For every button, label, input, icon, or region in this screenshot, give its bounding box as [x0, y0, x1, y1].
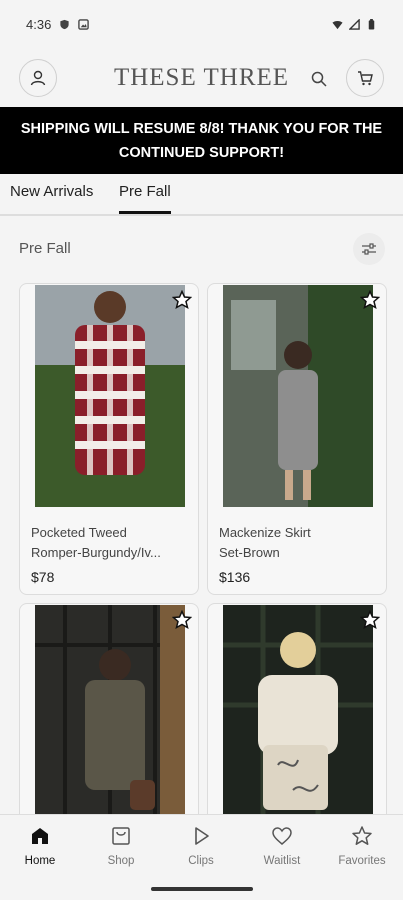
- product-image: [223, 285, 373, 507]
- product-card[interactable]: Mackenize Skirt Set-Brown $136: [207, 283, 387, 595]
- active-tab-indicator: [119, 211, 171, 214]
- star-icon: [352, 826, 372, 845]
- tab-pre-fall[interactable]: Pre Fall: [119, 183, 171, 200]
- status-time: 4:36: [26, 16, 52, 32]
- product-image: [35, 605, 185, 823]
- banner-text: SHIPPING WILL RESUME 8/8! THANK YOU FOR …: [20, 120, 383, 161]
- product-price: $78: [31, 569, 55, 585]
- nav-shop-label: Shop: [107, 855, 135, 867]
- announcement-banner[interactable]: SHIPPING WILL RESUME 8/8! THANK YOU FOR …: [0, 107, 403, 174]
- product-card[interactable]: [207, 603, 387, 823]
- shop-icon: [112, 827, 130, 845]
- favorite-star-icon[interactable]: [172, 290, 192, 310]
- status-bar: 4:36: [0, 0, 403, 48]
- favorite-star-icon[interactable]: [360, 290, 380, 310]
- nav-clips-label: Clips: [188, 855, 214, 867]
- gesture-bar: [151, 887, 253, 891]
- home-icon: [32, 828, 48, 844]
- product-name: Mackenize Skirt: [219, 525, 311, 540]
- product-image: [35, 285, 185, 507]
- nav-shop[interactable]: Shop: [81, 825, 161, 867]
- nav-waitlist[interactable]: Waitlist: [242, 825, 322, 867]
- battery-icon: [368, 18, 375, 30]
- wifi-icon: [332, 20, 343, 29]
- product-price: $136: [219, 569, 251, 585]
- favorite-star-icon[interactable]: [172, 610, 192, 630]
- filter-button[interactable]: [353, 233, 385, 265]
- product-name: Pocketed Tweed: [31, 525, 127, 540]
- brand-logo[interactable]: THESE THREE: [0, 64, 403, 92]
- cart-icon: [358, 71, 373, 86]
- search-icon: [311, 71, 327, 87]
- section-header: Pre Fall: [0, 233, 403, 265]
- product-card[interactable]: Pocketed Tweed Romper-Burgundy/Iv... $78: [19, 283, 199, 595]
- product-image: [223, 605, 373, 823]
- search-button[interactable]: [306, 66, 332, 92]
- shield-icon: [60, 19, 69, 29]
- play-icon: [195, 827, 209, 845]
- cart-button[interactable]: [346, 59, 384, 97]
- section-title: Pre Fall: [19, 240, 71, 257]
- tab-new-arrivals[interactable]: New Arrivals: [10, 183, 93, 200]
- signal-icon: [349, 18, 360, 30]
- product-name-line2: Romper-Burgundy/Iv...: [31, 545, 161, 560]
- app-header: THESE THREE: [0, 58, 403, 102]
- category-tabs: New Arrivals Pre Fall: [0, 174, 403, 216]
- nav-favorites[interactable]: Favorites: [322, 825, 402, 867]
- filter-icon: [362, 243, 376, 255]
- product-card[interactable]: [19, 603, 199, 823]
- bottom-nav: Home Shop Clips Waitlist Favorites: [0, 814, 403, 900]
- nav-home[interactable]: Home: [0, 825, 80, 867]
- nav-waitlist-label: Waitlist: [263, 855, 301, 867]
- photo-icon: [78, 18, 90, 30]
- nav-favorites-label: Favorites: [338, 855, 386, 867]
- heart-icon: [272, 827, 292, 845]
- product-name-line2: Set-Brown: [219, 545, 280, 560]
- nav-home-label: Home: [24, 855, 56, 867]
- favorite-star-icon[interactable]: [360, 610, 380, 630]
- nav-clips[interactable]: Clips: [161, 825, 241, 867]
